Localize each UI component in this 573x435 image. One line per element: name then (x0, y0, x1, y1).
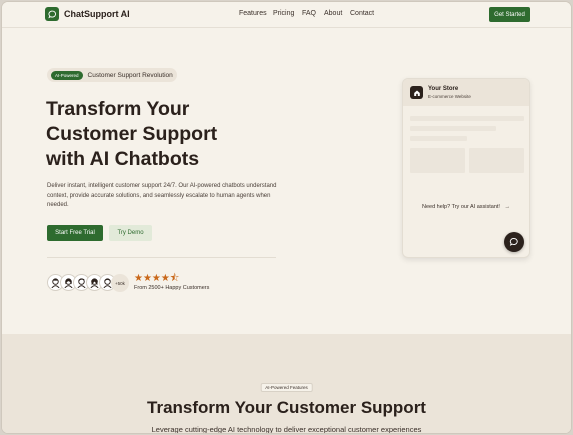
house-icon (410, 86, 423, 99)
features-badge: AI-Powered Features (260, 383, 313, 392)
hero-title-line: Transform Your (46, 98, 190, 120)
chat-preview-card: Your Store E-commerce Website Need help?… (402, 78, 530, 258)
features-title: Transform Your Customer Support (147, 398, 426, 417)
hero-badge: AI-Powered Customer Support Revolution (47, 68, 177, 82)
hero-description: Deliver instant, intelligent customer su… (47, 183, 277, 208)
features-section: AI-Powered Features Transform Your Custo… (2, 334, 571, 434)
chat-bubble-icon[interactable] (45, 7, 59, 21)
placeholder-line (410, 116, 524, 121)
store-name: Your Store (428, 86, 459, 92)
placeholder-line (410, 136, 467, 141)
ai-powered-pill: AI-Powered (51, 70, 83, 80)
browser-frame: ChatSupport AI Features Pricing FAQ Abou… (1, 1, 572, 434)
nav-link-pricing[interactable]: Pricing (273, 10, 294, 17)
nav-link-contact[interactable]: Contact (350, 10, 374, 17)
hero-title: Transform Your Customer Support with AI … (46, 97, 286, 172)
start-free-trial-button[interactable]: Start Free Trial (47, 225, 103, 241)
try-demo-button[interactable]: Try Demo (109, 225, 152, 241)
badge-text: Customer Support Revolution (87, 71, 173, 79)
help-text: Need help? Try our AI assistant! (422, 204, 500, 210)
card-header: Your Store E-commerce Website (403, 79, 529, 106)
nav-link-features[interactable]: Features (239, 10, 267, 17)
nav-link-faq[interactable]: FAQ (302, 10, 316, 17)
customer-avatars: +50k (47, 274, 137, 292)
store-subtitle: E-commerce Website (428, 94, 471, 99)
ai-assistant-prompt[interactable]: Need help? Try our AI assistant! → (403, 204, 529, 210)
placeholder-line (410, 126, 496, 131)
get-started-button[interactable]: Get Started (489, 7, 530, 22)
hero-divider (47, 257, 276, 258)
hero-title-line: with AI Chatbots (46, 148, 200, 170)
nav-link-about[interactable]: About (324, 10, 342, 17)
hero-title-line: Customer Support (46, 123, 218, 145)
arrow-right-icon: → (504, 204, 511, 210)
brand-name[interactable]: ChatSupport AI (64, 9, 130, 19)
placeholder-block (469, 148, 524, 173)
placeholder-block (410, 148, 465, 173)
avatar-count: +50k (111, 274, 129, 292)
chat-bubble-icon[interactable] (504, 232, 524, 252)
top-navbar: ChatSupport AI Features Pricing FAQ Abou… (2, 2, 571, 28)
features-subtitle: Leverage cutting-edge AI technology to d… (151, 425, 422, 434)
happy-customers-text: From 2500+ Happy Customers (134, 285, 210, 291)
